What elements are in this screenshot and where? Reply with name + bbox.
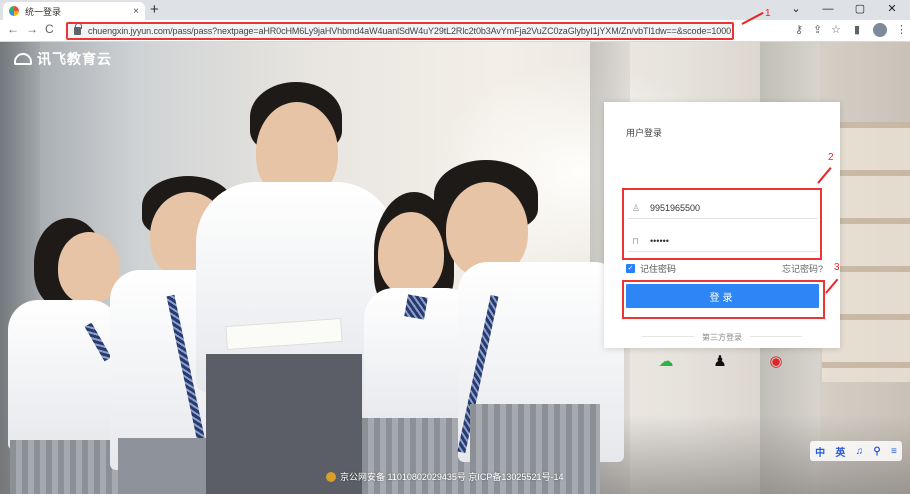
- third-party-login-label: 第三方登录: [702, 333, 742, 342]
- divider-right: [750, 336, 802, 337]
- footer-icp: 京公网安备 11010802029435号 京ICP备13025521号-14: [326, 470, 563, 483]
- browser-tab[interactable]: 统一登录 ×: [3, 2, 145, 20]
- ime-mic-icon[interactable]: ⚲: [873, 446, 880, 457]
- share-icon[interactable]: ⇪: [813, 23, 822, 36]
- side-panel-icon[interactable]: ▮: [854, 23, 860, 36]
- annotation-label-2: 2: [828, 152, 834, 163]
- close-window-button[interactable]: ✕: [876, 0, 908, 20]
- footer-text: 京公网安备 11010802029435号 京ICP备13025521号-14: [340, 472, 564, 482]
- username-field[interactable]: ♙: [628, 197, 818, 219]
- remember-label: 记住密码: [640, 264, 677, 274]
- cloud-logo-icon: [14, 53, 32, 65]
- wechat-icon[interactable]: ☁: [656, 352, 676, 372]
- police-badge-icon: [326, 471, 336, 482]
- remember-checkbox[interactable]: ✓: [626, 264, 635, 273]
- qq-icon[interactable]: ♟: [710, 352, 730, 372]
- annotation-label-1: 1: [765, 8, 771, 19]
- address-bar[interactable]: chuengxin.jyyun.com/pass/pass?nextpage=a…: [66, 22, 734, 40]
- browser-toolbar: ← → C chuengxin.jyyun.com/pass/pass?next…: [0, 20, 910, 42]
- forgot-password-link[interactable]: 忘记密码?: [782, 262, 823, 275]
- back-icon[interactable]: ←: [7, 22, 19, 36]
- tab-title: 统一登录: [25, 6, 62, 17]
- url-text: chuengxin.jyyun.com/pass/pass?nextpage=a…: [88, 26, 732, 36]
- ime-toolbar: 中 英 ♫ ⚲ ≡: [810, 441, 902, 461]
- ime-chinese-icon[interactable]: 中: [815, 444, 825, 459]
- reload-icon[interactable]: C: [45, 22, 54, 36]
- maximize-button[interactable]: ▢: [844, 0, 876, 20]
- logo-text: 讯飞教育云: [37, 51, 112, 67]
- minimize-button[interactable]: —: [812, 0, 844, 20]
- lock-icon: ⊓: [632, 235, 640, 246]
- remember-password[interactable]: ✓ 记住密码: [626, 262, 676, 275]
- tab-close-icon[interactable]: ×: [133, 6, 139, 17]
- favicon-icon: [9, 6, 19, 16]
- login-card: 用户登录 ♙ ⊓ ✓ 记住密码 忘记密码? 登录 第三方登录 ☁ ♟ ◉: [604, 102, 840, 370]
- key-icon[interactable]: ⚷: [795, 23, 803, 36]
- browser-tab-strip: 统一登录 × + ⌄ — ▢ ✕: [0, 0, 910, 20]
- login-button[interactable]: 登录: [626, 284, 819, 308]
- tab-search-icon[interactable]: ⌄: [780, 0, 812, 20]
- bookmark-star-icon[interactable]: ☆: [831, 23, 841, 36]
- site-logo[interactable]: 讯飞教育云: [14, 49, 112, 69]
- lock-icon: [74, 23, 82, 35]
- menu-icon[interactable]: ⋮: [896, 23, 907, 36]
- password-input[interactable]: [650, 235, 800, 246]
- annotation-label-3: 3: [834, 262, 840, 273]
- profile-avatar[interactable]: [873, 23, 887, 37]
- user-icon: ♙: [632, 202, 641, 213]
- ime-sound-icon[interactable]: ♫: [856, 446, 864, 457]
- forward-icon[interactable]: →: [26, 22, 38, 36]
- weibo-icon[interactable]: ◉: [766, 352, 786, 372]
- ime-english-icon[interactable]: 英: [835, 444, 845, 459]
- username-input[interactable]: [650, 202, 800, 213]
- ime-menu-icon[interactable]: ≡: [891, 446, 897, 457]
- new-tab-button[interactable]: +: [150, 1, 159, 18]
- password-field[interactable]: ⊓: [628, 230, 818, 252]
- login-title: 用户登录: [626, 128, 663, 138]
